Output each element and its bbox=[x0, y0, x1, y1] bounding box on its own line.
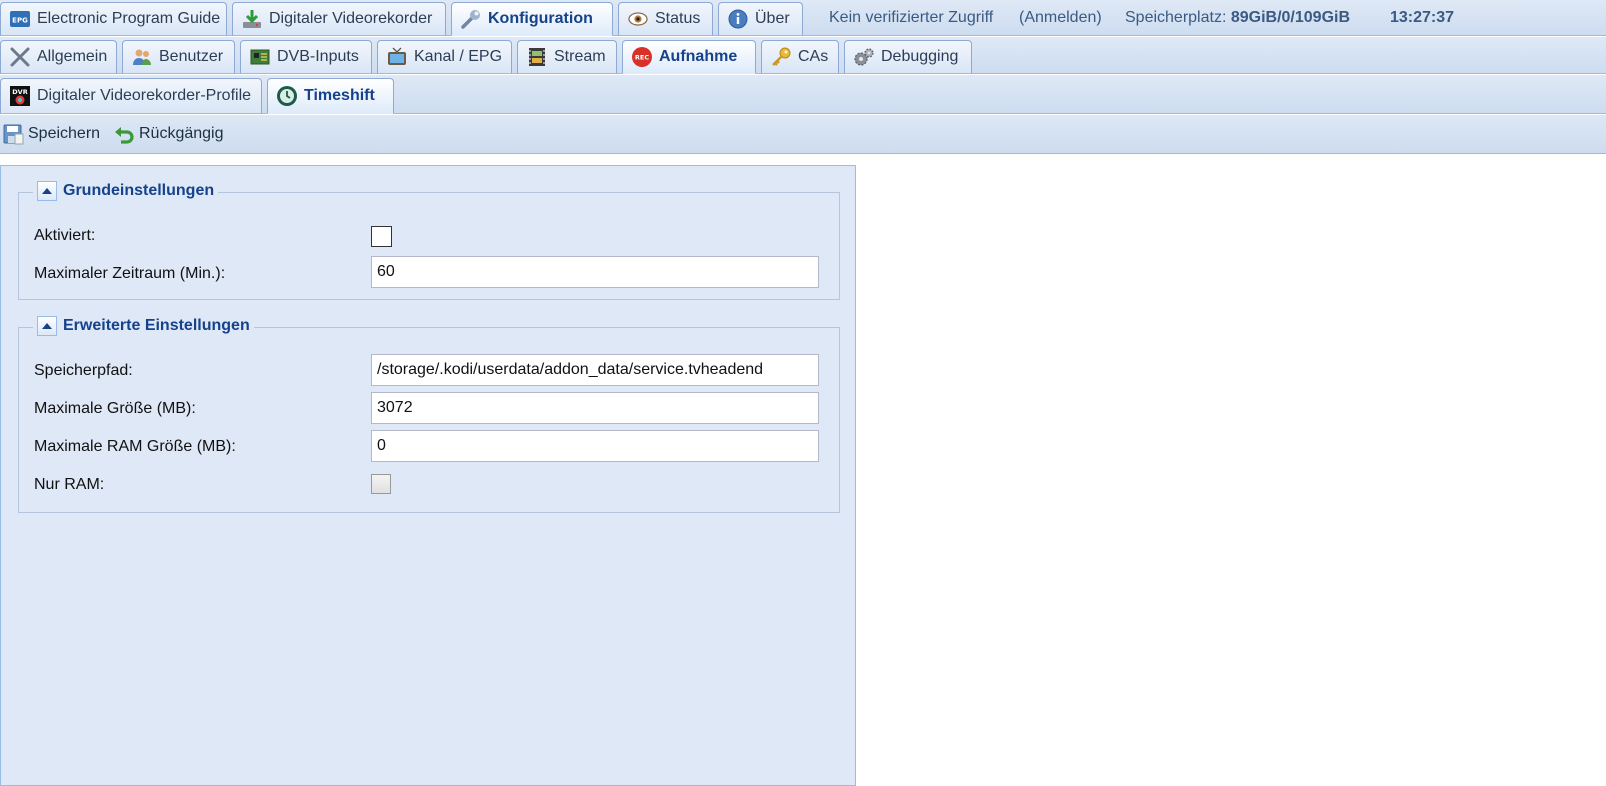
tab-label: Timeshift bbox=[304, 87, 375, 104]
key-icon bbox=[770, 46, 792, 68]
wrench-icon bbox=[460, 8, 482, 30]
tab-label: Kanal / EPG bbox=[414, 48, 503, 65]
tab-cas[interactable]: CAs bbox=[761, 40, 839, 74]
collapse-advanced-button[interactable] bbox=[37, 316, 57, 336]
storage-info: Speicherplatz: 89GiB/0/109GiB bbox=[1125, 0, 1350, 36]
tab-label: DVB-Inputs bbox=[277, 48, 359, 65]
storage-value: 89GiB/0/109GiB bbox=[1230, 9, 1351, 26]
main-tab-bar: EPG Electronic Program Guide Digitaler V… bbox=[0, 0, 1606, 36]
config-tab-bar: Allgemein Benutzer DVB-Inputs Kanal / EP… bbox=[0, 37, 1606, 74]
max-period-label: Maximaler Zeitraum (Min.): bbox=[34, 265, 226, 282]
tab-allgemein[interactable]: Allgemein bbox=[0, 40, 117, 74]
tab-aufnahme[interactable]: REC Aufnahme bbox=[622, 40, 756, 74]
max-size-label: Maximale Größe (MB): bbox=[34, 400, 196, 417]
undo-button[interactable]: Rückgängig bbox=[113, 122, 224, 146]
advanced-settings-legend: Erweiterte Einstellungen bbox=[33, 316, 254, 336]
undo-icon bbox=[113, 123, 135, 145]
tab-label: Status bbox=[655, 10, 701, 27]
save-button[interactable]: Speichern bbox=[2, 122, 100, 146]
tab-label: Digitaler Videorekorder bbox=[269, 10, 433, 27]
advanced-settings-title: Erweiterte Einstellungen bbox=[63, 317, 250, 334]
svg-text:DVR: DVR bbox=[12, 88, 27, 96]
tab-timeshift[interactable]: Timeshift bbox=[267, 78, 394, 114]
users-icon bbox=[131, 46, 153, 68]
svg-text:REC: REC bbox=[635, 54, 649, 62]
basic-settings-legend: Grundeinstellungen bbox=[33, 181, 219, 201]
eye-icon bbox=[627, 8, 649, 30]
tab-kanal-epg[interactable]: Kanal / EPG bbox=[377, 40, 512, 74]
collapse-basic-button[interactable] bbox=[37, 181, 57, 201]
basic-settings-title: Grundeinstellungen bbox=[63, 182, 215, 199]
tab-label: CAs bbox=[798, 48, 829, 65]
rec-icon: REC bbox=[631, 46, 653, 68]
tab-label: Konfiguration bbox=[488, 10, 593, 27]
save-icon bbox=[2, 123, 24, 145]
tab-label: Digitaler Videorekorder-Profile bbox=[37, 87, 252, 104]
tab-dvr-profiles[interactable]: DVR Digitaler Videorekorder-Profile bbox=[0, 78, 262, 114]
advanced-settings-group: Erweiterte Einstellungen Speicherpfad: M… bbox=[18, 316, 840, 513]
max-ram-label: Maximale RAM Größe (MB): bbox=[34, 438, 236, 455]
save-label: Speichern bbox=[28, 125, 101, 142]
max-size-input[interactable] bbox=[371, 392, 819, 424]
info-icon bbox=[727, 8, 749, 30]
enabled-checkbox[interactable] bbox=[371, 226, 392, 247]
tab-label: Electronic Program Guide bbox=[37, 10, 221, 27]
dvr-icon: DVR bbox=[9, 85, 31, 107]
card-icon bbox=[249, 46, 271, 68]
ram-only-checkbox[interactable] bbox=[371, 474, 391, 494]
basic-settings-group: Grundeinstellungen Aktiviert: Maximaler … bbox=[18, 181, 840, 300]
clock-time: 13:27:37 bbox=[1390, 9, 1455, 26]
tab-digital-video-recorder[interactable]: Digitaler Videorekorder bbox=[232, 2, 446, 36]
chevron-up-icon bbox=[42, 323, 52, 329]
tools-icon bbox=[9, 46, 31, 68]
tab-label: Allgemein bbox=[37, 48, 108, 65]
storage-label: Speicherplatz: bbox=[1125, 9, 1227, 26]
tab-status[interactable]: Status bbox=[618, 2, 713, 36]
timeshift-form-panel: Grundeinstellungen Aktiviert: Maximaler … bbox=[0, 165, 856, 786]
tab-electronic-program-guide[interactable]: EPG Electronic Program Guide bbox=[0, 2, 227, 36]
login-link[interactable]: (Anmelden) bbox=[1019, 0, 1102, 36]
max-period-input[interactable] bbox=[371, 256, 819, 288]
storage-path-input[interactable] bbox=[371, 354, 819, 386]
tab-konfiguration[interactable]: Konfiguration bbox=[451, 2, 613, 36]
tab-label: Über bbox=[755, 10, 790, 27]
gears-icon bbox=[853, 46, 875, 68]
tab-label: Debugging bbox=[881, 48, 959, 65]
access-status: Kein verifizierter Zugriff bbox=[829, 9, 994, 26]
tab-label: Stream bbox=[554, 48, 606, 65]
ram-only-label: Nur RAM: bbox=[34, 476, 105, 493]
download-icon bbox=[241, 8, 263, 30]
storage-path-label: Speicherpfad: bbox=[34, 362, 133, 379]
undo-label: Rückgängig bbox=[139, 125, 224, 142]
svg-text:EPG: EPG bbox=[12, 17, 28, 25]
film-icon bbox=[526, 46, 548, 68]
recording-tab-bar: DVR Digitaler Videorekorder-Profile Time… bbox=[0, 75, 1606, 114]
chevron-up-icon bbox=[42, 188, 52, 194]
tab-ueber[interactable]: Über bbox=[718, 2, 803, 36]
tab-dvb-inputs[interactable]: DVB-Inputs bbox=[240, 40, 372, 74]
enabled-label: Aktiviert: bbox=[34, 227, 96, 244]
tab-label: Benutzer bbox=[159, 48, 224, 65]
form-toolbar: Speichern Rückgängig bbox=[0, 115, 1606, 154]
clock-icon bbox=[276, 85, 298, 107]
epg-icon: EPG bbox=[9, 8, 31, 30]
tab-benutzer[interactable]: Benutzer bbox=[122, 40, 235, 74]
tv-icon bbox=[386, 46, 408, 68]
tab-stream[interactable]: Stream bbox=[517, 40, 617, 74]
tab-debugging[interactable]: Debugging bbox=[844, 40, 972, 74]
max-ram-input[interactable] bbox=[371, 430, 819, 462]
tab-label: Aufnahme bbox=[659, 48, 738, 65]
